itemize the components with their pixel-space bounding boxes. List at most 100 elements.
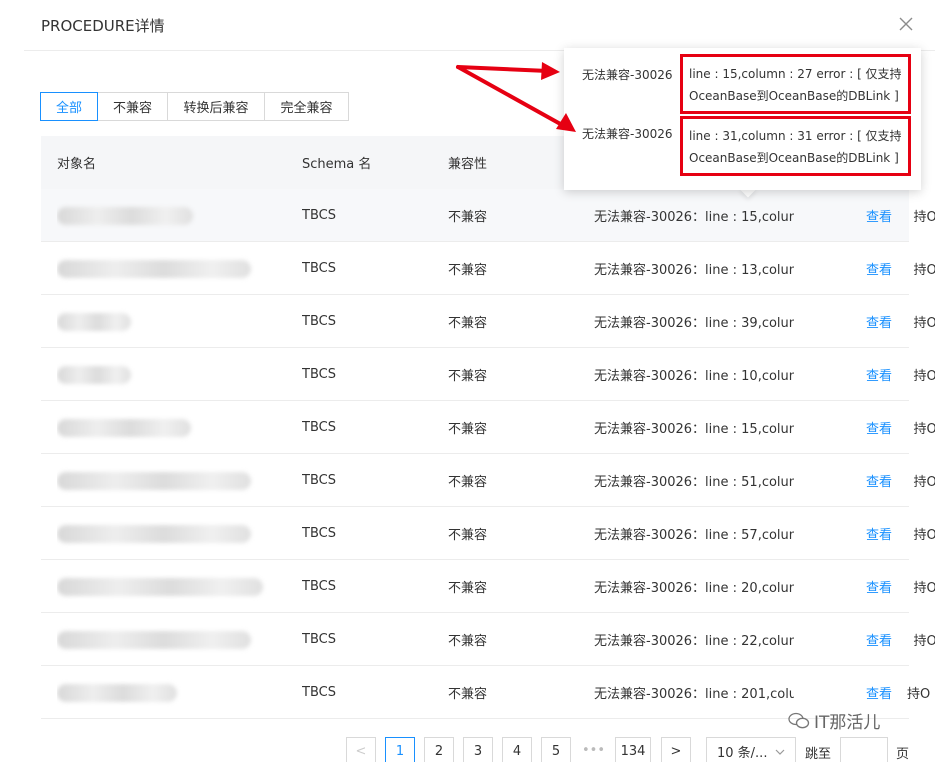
jump-label: 跳至	[805, 747, 832, 762]
compatibility-cell: 不兼容	[448, 210, 488, 225]
detail-cell: 无法兼容-30026：line : 15,column	[594, 422, 794, 437]
schema-cell: TBCS	[302, 685, 336, 700]
annotation-arrow-1	[456, 65, 550, 73]
error-2-line-b: OceanBase到OceanBase的DBLink ]	[689, 151, 899, 165]
schema-cell: TBCS	[302, 420, 336, 435]
schema-cell: TBCS	[302, 473, 336, 488]
page-1-button[interactable]: 1	[385, 737, 415, 762]
schema-cell: TBCS	[302, 526, 336, 541]
compatibility-cell: 不兼容	[448, 475, 488, 490]
detail-cell: 无法兼容-30026：line : 51,column	[594, 475, 794, 490]
table-row: TBCS 不兼容 无法兼容-30026：line : 15,column 查看 持Oc	[41, 401, 935, 454]
object-name-redacted	[57, 401, 287, 454]
view-link[interactable]: 查看	[866, 454, 892, 507]
schema-cell: TBCS	[302, 579, 336, 594]
popover-error-code-1: 无法兼容-30026	[582, 68, 673, 82]
schema-cell: TBCS	[302, 314, 336, 329]
object-name-redacted	[57, 242, 287, 295]
page-5-button[interactable]: 5	[541, 737, 571, 762]
page-2-button[interactable]: 2	[424, 737, 454, 762]
tab-all[interactable]: 全部	[40, 92, 98, 121]
header-schema-name: Schema 名	[302, 157, 372, 172]
compatibility-cell: 不兼容	[448, 263, 488, 278]
extra-cell: 持Oc	[913, 475, 935, 490]
object-name-redacted	[57, 560, 287, 613]
schema-cell: TBCS	[302, 632, 336, 647]
page-size-select[interactable]: 10 条/...	[706, 737, 796, 762]
schema-cell: TBCS	[302, 367, 336, 382]
compatibility-cell: 不兼容	[448, 634, 488, 649]
watermark: IT那活儿	[788, 708, 880, 733]
object-name-redacted	[57, 189, 287, 242]
view-link[interactable]: 查看	[866, 560, 892, 613]
highlighted-error-2: line : 31,column : 31 error : [ 仅支持 Ocea…	[680, 116, 911, 176]
compatibility-cell: 不兼容	[448, 316, 488, 331]
table-row: TBCS 不兼容 无法兼容-30026：line : 13,column 查看 持Oc	[41, 242, 935, 295]
table-row: TBCS 不兼容 无法兼容-30026：line : 10,column 查看 持Oc	[41, 348, 935, 401]
table-row: TBCS 不兼容 无法兼容-30026：line : 20,column 查看 持Oc	[41, 560, 935, 613]
detail-cell: 无法兼容-30026：line : 15,column	[594, 210, 794, 225]
compatibility-cell: 不兼容	[448, 687, 488, 702]
pagination: < 1 2 3 4 5 ••• 134 > 10 条/... 跳至 页	[0, 737, 935, 762]
page-unit-label: 页	[896, 747, 910, 762]
last-page-button[interactable]: 134	[615, 737, 651, 762]
view-link[interactable]: 查看	[866, 401, 892, 454]
chevron-down-icon	[775, 749, 785, 755]
detail-cell: 无法兼容-30026：line : 10,column	[594, 369, 794, 384]
table-row: TBCS 不兼容 无法兼容-30026：line : 51,column 查看 持Oc	[41, 454, 935, 507]
view-link[interactable]: 查看	[866, 613, 892, 666]
dialog-title: PROCEDURE详情	[41, 17, 165, 35]
extra-cell: 持Oc	[913, 528, 935, 543]
view-link[interactable]: 查看	[866, 242, 892, 295]
popover-error-code-2: 无法兼容-30026	[582, 127, 673, 141]
detail-cell: 无法兼容-30026：line : 13,column	[594, 263, 794, 278]
extra-cell: 持Oc	[913, 634, 935, 649]
error-1-line-a: line : 15,column : 27 error : [ 仅支持	[689, 67, 902, 81]
tab-incompatible[interactable]: 不兼容	[97, 92, 168, 121]
detail-cell: 无法兼容-30026：line : 20,column	[594, 581, 794, 596]
close-icon[interactable]	[896, 14, 916, 34]
jump-page-input[interactable]	[840, 737, 888, 762]
view-link[interactable]: 查看	[866, 189, 892, 242]
detail-cell: 无法兼容-30026：line : 201,column	[594, 687, 794, 702]
highlighted-error-1: line : 15,column : 27 error : [ 仅支持 Ocea…	[680, 54, 911, 114]
header-object-name: 对象名	[57, 157, 97, 172]
extra-cell: 持Oc	[913, 369, 935, 384]
extra-cell: 持O	[907, 687, 931, 702]
detail-cell: 无法兼容-30026：line : 22,column	[594, 634, 794, 649]
extra-cell: 持Oc	[913, 210, 935, 225]
view-link[interactable]: 查看	[866, 507, 892, 560]
header-compatibility: 兼容性	[448, 157, 488, 172]
table-row: TBCS 不兼容 无法兼容-30026：line : 57,column 查看 持Oc	[41, 507, 935, 560]
table-row: TBCS 不兼容 无法兼容-30026：line : 15,column 查看 持Oc	[41, 189, 935, 242]
extra-cell: 持Oc	[913, 422, 935, 437]
table-row: TBCS 不兼容 无法兼容-30026：line : 39,column 查看 持Oc	[41, 295, 935, 348]
detail-cell: 无法兼容-30026：line : 57,column	[594, 528, 794, 543]
page-3-button[interactable]: 3	[463, 737, 493, 762]
view-link[interactable]: 查看	[866, 295, 892, 348]
pagination-ellipsis[interactable]: •••	[582, 743, 605, 758]
tab-fully-compatible[interactable]: 完全兼容	[264, 92, 349, 121]
error-1-line-b: OceanBase到OceanBase的DBLink ]	[689, 89, 899, 103]
objects-table: 对象名 Schema 名 兼容性 TBCS 不兼容 无法兼容-30026：line …	[41, 136, 935, 719]
tab-compatible-after-conversion[interactable]: 转换后兼容	[167, 92, 265, 121]
extra-cell: 持Oc	[913, 263, 935, 278]
next-page-button[interactable]: >	[661, 737, 691, 762]
page-4-button[interactable]: 4	[502, 737, 532, 762]
view-link[interactable]: 查看	[866, 348, 892, 401]
extra-cell: 持Oc	[913, 316, 935, 331]
detail-cell: 无法兼容-30026：line : 39,column	[594, 316, 794, 331]
object-name-redacted	[57, 507, 287, 560]
annotation-arrow-2	[456, 65, 566, 128]
compatibility-cell: 不兼容	[448, 369, 488, 384]
compatibility-cell: 不兼容	[448, 581, 488, 596]
error-2-line-a: line : 31,column : 31 error : [ 仅支持	[689, 129, 902, 143]
object-name-redacted	[57, 666, 287, 719]
object-name-redacted	[57, 295, 287, 348]
object-name-redacted	[57, 613, 287, 666]
wechat-icon	[788, 712, 810, 728]
page-size-value: 10 条/...	[717, 746, 768, 761]
prev-page-button[interactable]: <	[346, 737, 376, 762]
schema-cell: TBCS	[302, 208, 336, 223]
compatibility-cell: 不兼容	[448, 528, 488, 543]
